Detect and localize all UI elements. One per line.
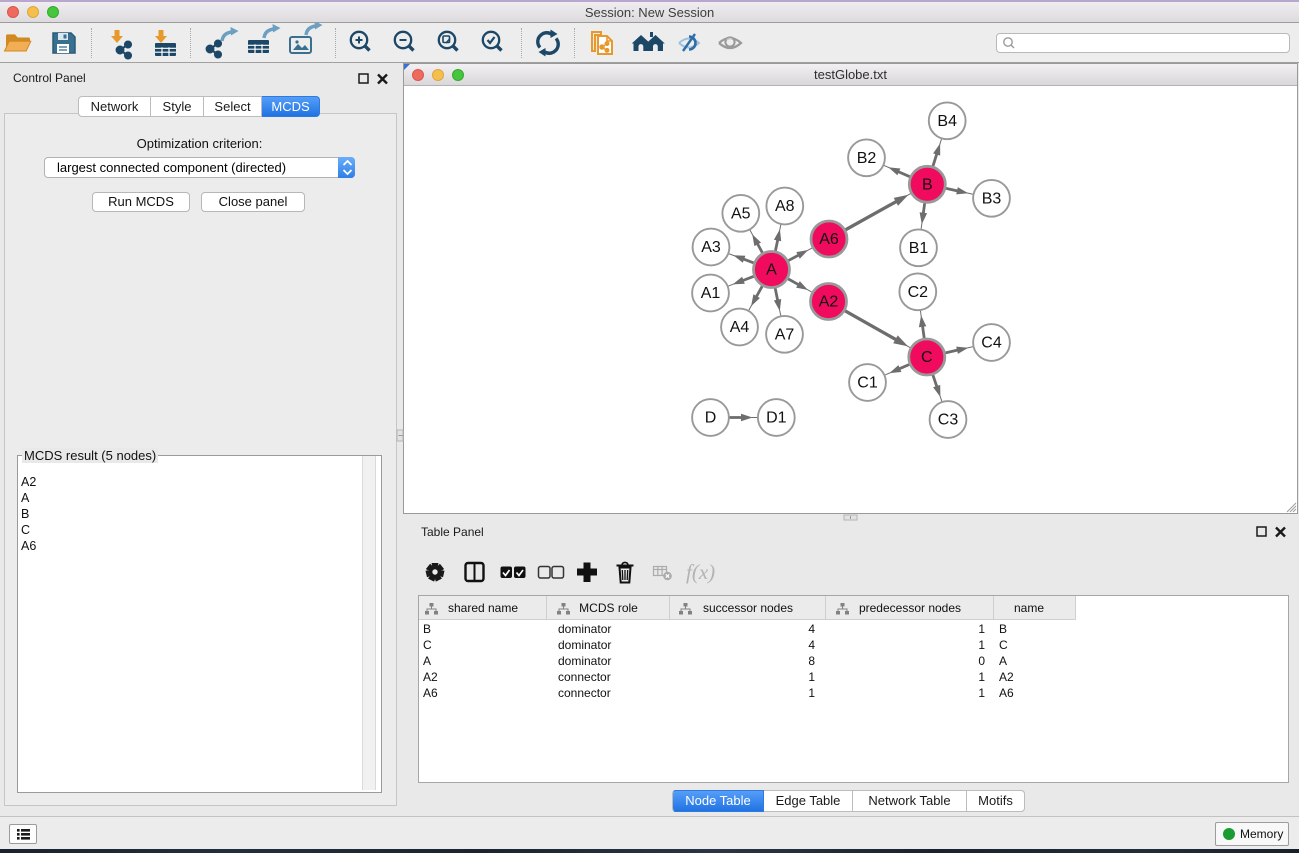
svg-text:f(x): f(x) — [686, 560, 715, 584]
svg-text:Memory: Memory — [1240, 827, 1283, 841]
